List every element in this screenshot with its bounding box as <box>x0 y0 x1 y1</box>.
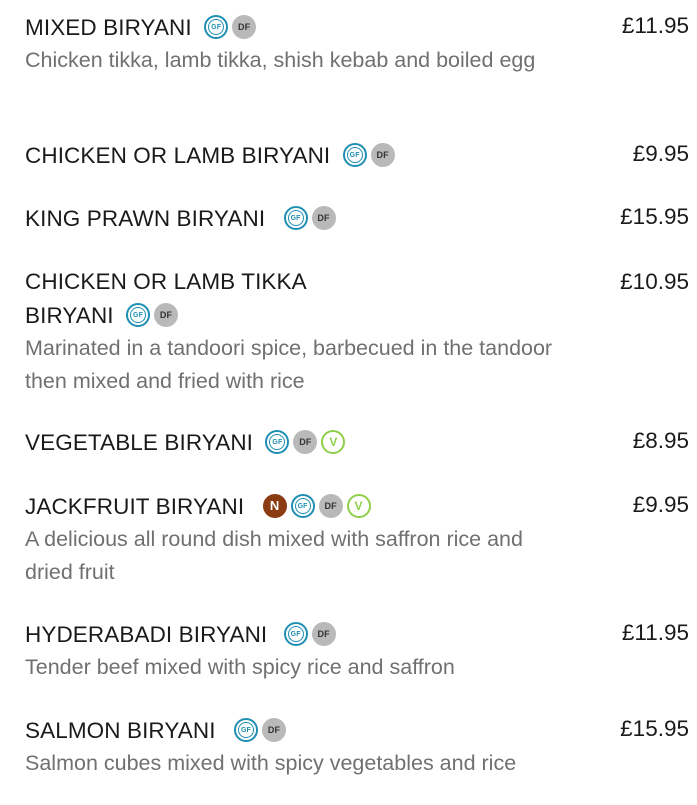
vegetarian-icon: V <box>346 494 371 519</box>
dietary-badges: GF DF <box>342 138 399 170</box>
menu-item-name: CHICKEN OR LAMB BIRYANI <box>25 143 331 168</box>
dairy-free-icon: DF <box>311 206 336 231</box>
menu-item: MIXED BIRYANI GF DF £11.95 Chicken tikka,… <box>25 10 693 77</box>
menu-item-price: £10.95 <box>620 269 689 294</box>
menu-item-price: £15.95 <box>620 204 689 229</box>
menu-item-description: Salmon cubes mixed with spicy vegetables… <box>25 751 517 775</box>
menu-item-name: VEGETABLE BIRYANI <box>25 430 254 455</box>
menu-item-title: MIXED BIRYANI GF DF <box>25 10 585 44</box>
menu-item-description: Marinated in a tandoori spice, barbecued… <box>25 336 553 393</box>
menu-item-price: £9.95 <box>632 141 689 166</box>
dairy-free-icon: DF <box>261 718 286 743</box>
menu-item-title: VEGETABLE BIRYANI GF DF V <box>25 425 585 459</box>
gluten-free-icon: GF <box>126 303 151 328</box>
dietary-badges: GF DF V <box>265 425 349 457</box>
menu-item-name-line1: CHICKEN OR LAMB TIKKA <box>25 269 307 294</box>
menu-item-price: £11.95 <box>621 620 689 645</box>
menu-item: HYDERABADI BIRYANI GF DF £11.95 Tender be… <box>25 617 693 684</box>
menu-item: SALMON BIRYANI GF DF £15.95 Salmon cubes … <box>25 713 693 780</box>
menu-item-description: A delicious all round dish mixed with sa… <box>25 527 523 584</box>
menu-item-title: SALMON BIRYANI GF DF <box>25 713 585 747</box>
menu-item: KING PRAWN BIRYANI GF DF £15.95 <box>25 201 693 235</box>
dairy-free-icon: DF <box>154 303 179 328</box>
menu-item-title: HYDERABADI BIRYANI GF DF <box>25 617 585 651</box>
gluten-free-icon: GF <box>290 494 315 519</box>
menu-item-name: SALMON BIRYANI <box>25 718 216 743</box>
dietary-badges: GF DF <box>233 713 290 745</box>
menu-item-title: CHICKEN OR LAMB TIKKA BIRYANI GF DF <box>25 266 585 332</box>
gluten-free-icon: GF <box>283 622 308 647</box>
menu-item-description: Chicken tikka, lamb tikka, shish kebab a… <box>25 48 536 72</box>
dietary-badges: GF DF <box>204 10 260 42</box>
menu-item-description: Tender beef mixed with spicy rice and sa… <box>25 655 455 679</box>
gluten-free-icon: GF <box>204 15 229 40</box>
dietary-badges: GF DF <box>283 617 340 649</box>
dietary-badges: N GF DF V <box>262 489 375 521</box>
menu-item: CHICKEN OR LAMB BIRYANI GF DF £9.95 <box>25 138 693 172</box>
gluten-free-icon: GF <box>233 718 258 743</box>
dairy-free-icon: DF <box>318 494 343 519</box>
menu-item-name-line2: BIRYANI <box>25 303 114 328</box>
menu-item-price: £15.95 <box>620 716 689 741</box>
menu-item-title: KING PRAWN BIRYANI GF DF <box>25 201 585 235</box>
menu-item-name: HYDERABADI BIRYANI <box>25 622 268 647</box>
biryani-menu: MIXED BIRYANI GF DF £11.95 Chicken tikka,… <box>0 0 697 805</box>
dairy-free-icon: DF <box>232 15 257 40</box>
menu-item: CHICKEN OR LAMB TIKKA BIRYANI GF DF £10.9… <box>25 266 693 397</box>
dairy-free-icon: DF <box>311 622 336 647</box>
menu-item: JACKFRUIT BIRYANI N GF DF V £9.95 A delicio… <box>25 489 693 588</box>
menu-item: VEGETABLE BIRYANI GF DF V £8.95 <box>25 425 693 459</box>
gluten-free-icon: GF <box>265 430 290 455</box>
menu-item-price: £9.95 <box>632 492 689 517</box>
dietary-badges: GF DF <box>283 201 340 233</box>
dairy-free-icon: DF <box>293 430 318 455</box>
vegetarian-icon: V <box>321 430 346 455</box>
contains-nuts-icon: N <box>262 494 287 519</box>
menu-item-price: £11.95 <box>621 13 689 38</box>
dairy-free-icon: DF <box>370 143 395 168</box>
menu-item-price: £8.95 <box>632 428 689 453</box>
dietary-badges: GF DF <box>126 298 182 330</box>
menu-item-title: JACKFRUIT BIRYANI N GF DF V <box>25 489 585 523</box>
menu-item-name: MIXED BIRYANI <box>25 15 192 40</box>
menu-item-name: KING PRAWN BIRYANI <box>25 206 266 231</box>
gluten-free-icon: GF <box>342 143 367 168</box>
menu-item-title: CHICKEN OR LAMB BIRYANI GF DF <box>25 138 585 172</box>
gluten-free-icon: GF <box>283 206 308 231</box>
menu-item-name: JACKFRUIT BIRYANI <box>25 494 245 519</box>
